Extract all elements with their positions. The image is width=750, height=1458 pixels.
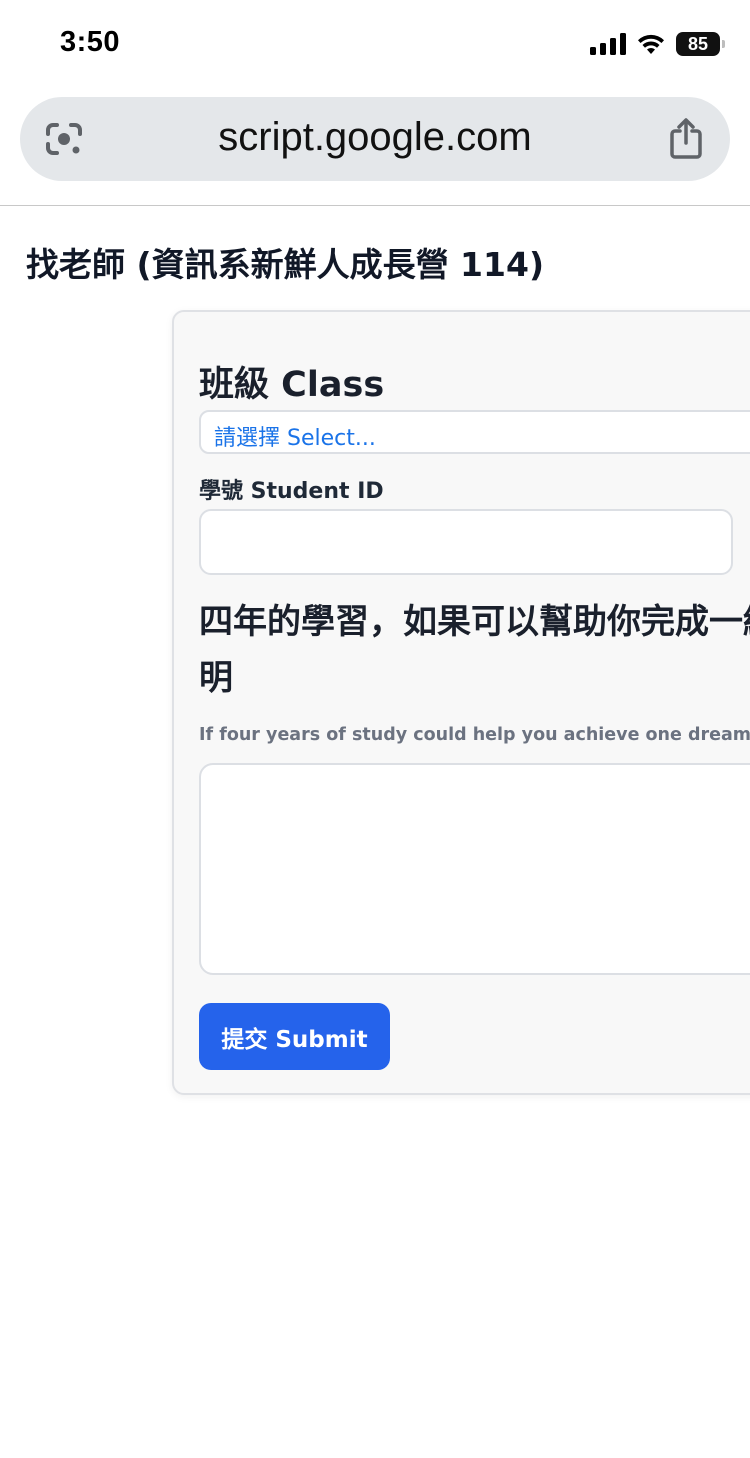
- browser-divider: [0, 205, 750, 206]
- student-id-input[interactable]: [199, 509, 733, 575]
- battery-level: 85: [687, 33, 709, 54]
- submit-button[interactable]: 提交 Submit: [199, 1003, 390, 1070]
- cellular-signal-icon: [590, 33, 626, 55]
- answer-textarea[interactable]: [199, 763, 750, 975]
- question-hint: If four years of study could help you ac…: [199, 725, 750, 745]
- address-bar[interactable]: script.google.com: [20, 97, 730, 181]
- status-time: 3:50: [60, 26, 121, 58]
- student-id-label: 學號 Student ID: [199, 479, 384, 504]
- question-heading: 四年的學習，如果可以幫助你完成一細說明: [199, 602, 750, 698]
- form-card: 班級 Class 請選擇 Select... 學號 Student ID 四年的…: [172, 310, 750, 1095]
- page-title: 找老師 (資訊系新鮮人成長營 114): [26, 245, 545, 284]
- class-heading: 班級 Class: [199, 365, 385, 405]
- status-bar: 3:50 85: [0, 0, 750, 92]
- url-text[interactable]: script.google.com: [20, 115, 730, 160]
- share-icon[interactable]: [668, 117, 704, 159]
- battery-icon: 85: [676, 32, 725, 56]
- class-select-value[interactable]: 請選擇 Select...: [214, 420, 376, 452]
- status-icons: 85: [590, 32, 725, 56]
- class-select[interactable]: 請選擇 Select...: [199, 410, 750, 454]
- wifi-icon: [638, 34, 664, 54]
